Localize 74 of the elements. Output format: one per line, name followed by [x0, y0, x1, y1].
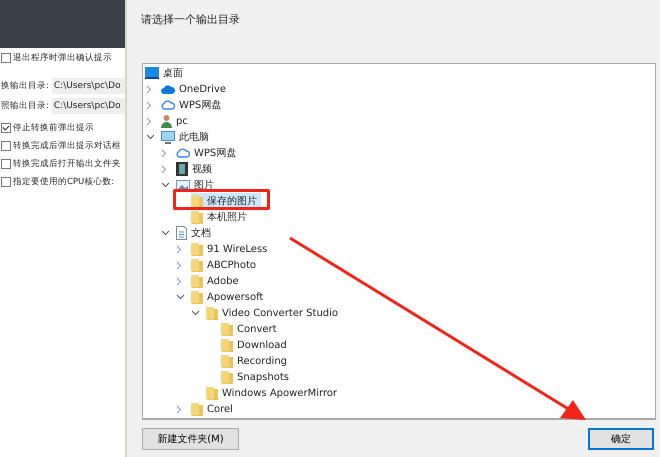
checkbox[interactable]	[1, 141, 11, 151]
document-icon	[176, 226, 187, 240]
dialog-button[interactable]: 新建文件夹(M)	[142, 428, 239, 450]
tree-item[interactable]: ABCPhoto	[191, 257, 260, 273]
folder-icon	[191, 290, 203, 304]
expand-chevron-icon[interactable]	[146, 100, 152, 110]
collapse-chevron-icon[interactable]	[161, 182, 170, 188]
tree-item[interactable]: 91 WireLess	[191, 241, 272, 257]
folder-icon	[206, 386, 218, 400]
path-field[interactable]: C:\Users\pc\Do	[52, 78, 125, 94]
dialog-button[interactable]: 确定	[588, 428, 654, 450]
tree-item[interactable]: Corel	[191, 401, 237, 417]
tree-item[interactable]: WPS网盘	[176, 145, 240, 161]
option-label: 指定要使用的CPU核心数:	[13, 176, 114, 188]
expand-chevron-icon[interactable]	[176, 244, 182, 254]
tree-item[interactable]: Windows ApowerMirror	[206, 385, 342, 401]
checkbox[interactable]	[1, 177, 11, 187]
option-label: 停止转换前弹出提示	[13, 122, 94, 134]
folder-icon	[191, 258, 203, 272]
tree-item[interactable]: 图片	[176, 177, 218, 193]
option-label: 退出程序时弹出确认提示	[13, 52, 112, 64]
folder-icon	[206, 306, 218, 320]
folder-icon	[191, 194, 203, 208]
collapse-chevron-icon[interactable]	[161, 230, 170, 236]
tree-item[interactable]: Snapshots	[221, 369, 293, 385]
tree-item[interactable]: Apowersoft	[191, 289, 268, 305]
computer-icon	[161, 130, 175, 144]
tree-item[interactable]: OneDrive	[161, 81, 230, 97]
folder-icon	[191, 402, 203, 416]
cloud-icon	[176, 148, 190, 158]
tree-item[interactable]: WPS网盘	[161, 97, 226, 113]
tree-item[interactable]: Adobe	[191, 273, 243, 289]
folder-icon	[221, 354, 233, 368]
tree-item[interactable]: 此电脑	[161, 129, 213, 145]
expand-chevron-icon[interactable]	[146, 116, 152, 126]
tree-item[interactable]: pc	[161, 113, 192, 129]
path-label: 照输出目录:	[1, 100, 49, 112]
collapse-chevron-icon[interactable]	[146, 134, 155, 140]
desktop-icon	[145, 67, 159, 79]
expand-chevron-icon[interactable]	[161, 148, 167, 158]
folder-icon	[191, 274, 203, 288]
expand-chevron-icon[interactable]	[161, 164, 167, 174]
path-field[interactable]: C:\Users\pc\Do	[52, 98, 125, 114]
expand-chevron-icon[interactable]	[176, 276, 182, 286]
tree-item[interactable]: Recording	[221, 353, 292, 369]
checkbox[interactable]	[1, 159, 11, 169]
tree-item[interactable]: Download	[221, 337, 291, 353]
tree-item[interactable]: 桌面	[145, 65, 187, 81]
cloud-icon	[161, 100, 175, 110]
user-icon	[161, 114, 172, 128]
film-icon	[176, 162, 188, 176]
tree-item[interactable]: Convert	[221, 321, 281, 337]
collapse-chevron-icon[interactable]	[176, 294, 185, 300]
option-label: 转换完成后弹出提示对话框	[13, 140, 121, 152]
folder-icon	[191, 210, 203, 224]
folder-icon	[221, 322, 233, 336]
expand-chevron-icon[interactable]	[176, 404, 182, 414]
picture-icon	[176, 180, 190, 190]
checkbox[interactable]	[1, 53, 11, 63]
option-label: 转换完成后打开输出文件夹	[13, 158, 121, 170]
folder-icon	[191, 242, 203, 256]
tree-item[interactable]: Video Converter Studio	[206, 305, 342, 321]
cloud-icon	[161, 84, 175, 94]
dialog-title: 请选择一个输出目录	[140, 12, 241, 28]
folder-icon	[221, 338, 233, 352]
tree-item[interactable]: 本机照片	[191, 209, 251, 225]
folder-icon	[221, 370, 233, 384]
expand-chevron-icon[interactable]	[146, 84, 152, 94]
tree-item[interactable]: 文档	[176, 225, 215, 241]
tree-item[interactable]: 视频	[176, 161, 216, 177]
checkbox[interactable]	[1, 123, 11, 133]
expand-chevron-icon[interactable]	[176, 260, 182, 270]
path-label: 换输出目录:	[1, 80, 49, 92]
collapse-chevron-icon[interactable]	[191, 310, 200, 316]
